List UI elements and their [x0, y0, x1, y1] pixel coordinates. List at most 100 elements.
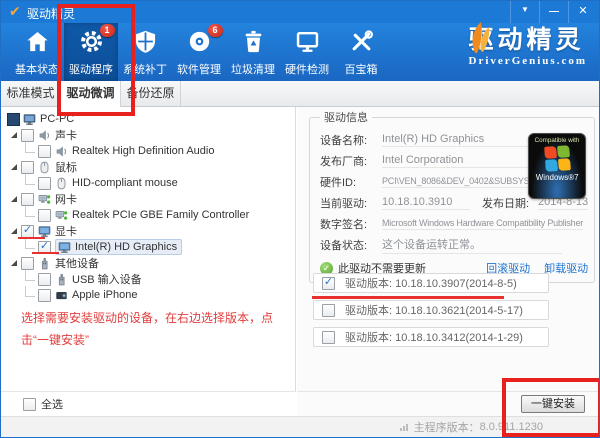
- toolbar-item-junk-clean[interactable]: 垃圾清理: [226, 23, 280, 81]
- tree-item-usb-input[interactable]: USB 输入设备: [1, 269, 295, 287]
- network-icon: [38, 194, 51, 204]
- main-toolbar: 基本状态 1 驱动程序 系统补丁 6 软件管理 垃圾清理 硬件检测 百宝箱 驱动…: [1, 22, 599, 81]
- version-checkbox-checked[interactable]: [322, 276, 335, 290]
- select-all-checkbox[interactable]: [23, 397, 36, 411]
- tree-item-intel-hd-graphics[interactable]: Intel(R) HD Graphics: [1, 237, 295, 255]
- expand-arrow-icon[interactable]: [11, 132, 17, 138]
- tree-item-mouse[interactable]: 鼠标: [1, 159, 295, 175]
- uninstall-driver-link[interactable]: 卸载驱动: [544, 260, 588, 276]
- toolbar-item-system-patches[interactable]: 系统补丁: [118, 23, 172, 81]
- expand-arrow-icon[interactable]: [11, 164, 17, 170]
- tree-connector: [25, 285, 35, 297]
- device-tree: PC-PC 声卡 Realtek High Definition Audio 鼠…: [1, 107, 295, 303]
- tree-item-label: 其他设备: [55, 258, 99, 270]
- expand-arrow-icon[interactable]: [11, 260, 17, 266]
- tools-icon: [352, 30, 373, 51]
- tree-item-label: HID-compliant mouse: [72, 177, 178, 189]
- tree-checkbox[interactable]: [21, 128, 34, 142]
- tree-item-label: 显卡: [55, 226, 77, 238]
- usb-icon: [41, 257, 48, 269]
- tree-checkbox[interactable]: [38, 144, 51, 158]
- window-controls: [510, 1, 597, 23]
- program-version-value: 8.0.911.1230: [479, 421, 543, 433]
- tree-checkbox[interactable]: [38, 176, 51, 190]
- tree-checkbox[interactable]: [38, 288, 51, 302]
- minimize-button[interactable]: [539, 1, 568, 23]
- home-icon: [26, 31, 48, 52]
- toolbar-item-hardware-detect[interactable]: 硬件检测: [280, 23, 334, 81]
- app-window: ✔ 驱动精灵 基本状态 1 驱动程序 系统补丁 6: [0, 0, 600, 438]
- tab-backup-restore[interactable]: 备份还原: [121, 81, 181, 106]
- tree-checkbox[interactable]: [21, 256, 34, 270]
- driver-version-item-2[interactable]: 驱动版本: 10.18.10.3621(2014-5-17): [313, 300, 549, 320]
- tree-connector: [25, 237, 35, 249]
- tree-checkbox-checked[interactable]: [38, 240, 51, 254]
- toolbar-item-basic-status[interactable]: 基本状态: [10, 23, 64, 81]
- tab-strip: 标准模式 驱动微调 备份还原: [1, 81, 599, 107]
- title-bar: ✔ 驱动精灵: [1, 1, 599, 23]
- version-checkbox[interactable]: [322, 303, 335, 317]
- tree-item-label: 鼠标: [55, 162, 77, 174]
- shield-icon: [135, 30, 155, 53]
- driver-version-item-3[interactable]: 驱动版本: 10.18.10.3412(2014-1-29): [313, 327, 549, 347]
- driver-info-groupbox: 驱动信息 Compatible with Windows®7 设备名称: Int…: [309, 109, 596, 283]
- toolbar-item-drivers[interactable]: 1 驱动程序: [64, 23, 118, 81]
- driver-version-item-1[interactable]: 驱动版本: 10.18.10.3907(2014-8-5): [313, 273, 549, 293]
- tree-item-label: PC-PC: [40, 113, 75, 125]
- program-version-label: 主程序版本：: [413, 422, 480, 434]
- expand-arrow-icon[interactable]: [11, 196, 17, 202]
- tree-item-label: Apple iPhone: [72, 289, 138, 301]
- tree-connector: [25, 269, 35, 281]
- tree-item-hid-mouse[interactable]: HID-compliant mouse: [1, 173, 295, 191]
- tree-checkbox[interactable]: [21, 160, 34, 174]
- selected-tree-item: Intel(R) HD Graphics: [55, 239, 183, 255]
- driver-info-title: 驱动信息: [324, 112, 368, 124]
- brand-cn-text: 驱动精灵: [468, 26, 585, 54]
- tree-checkbox[interactable]: [38, 208, 51, 222]
- tree-item-realtek-pcie[interactable]: Realtek PCIe GBE Family Controller: [1, 205, 295, 223]
- device-tree-panel: PC-PC 声卡 Realtek High Definition Audio 鼠…: [1, 107, 296, 391]
- toolbar-item-toolbox[interactable]: 百宝箱: [334, 23, 388, 81]
- phone-icon: [56, 291, 67, 299]
- tree-item-sound-card[interactable]: 声卡: [1, 127, 295, 143]
- left-footer-bar: 全选: [1, 391, 296, 416]
- tree-connector: [25, 205, 35, 217]
- tab-driver-finetune[interactable]: 驱动微调: [60, 81, 121, 107]
- windows-flag-icon: [543, 145, 571, 172]
- expand-arrow-icon[interactable]: [11, 228, 17, 234]
- select-all-label: 全选: [41, 399, 63, 411]
- annotation-hint-text: 选择需要安装驱动的设备，在右边选择版本，点 击“一键安装”: [21, 311, 274, 347]
- tree-checkbox[interactable]: [38, 272, 51, 286]
- toolbar-item-software-manager[interactable]: 6 软件管理: [172, 23, 226, 81]
- tree-item-pc[interactable]: PC-PC: [1, 111, 295, 127]
- software-count-badge: 6: [207, 24, 223, 37]
- tree-connector: [25, 141, 35, 153]
- tree-item-graphics-card[interactable]: 显卡: [1, 223, 295, 239]
- network-icon: [55, 210, 68, 220]
- display-icon: [58, 241, 71, 253]
- close-button[interactable]: [568, 1, 597, 23]
- mouse-icon: [40, 161, 49, 173]
- tree-item-label: 网卡: [55, 194, 77, 206]
- tree-checkbox-checked[interactable]: [21, 224, 34, 238]
- field-digital-signature: 数字签名: Microsoft Windows Hardware Compati…: [320, 217, 584, 231]
- tree-item-network-card[interactable]: 网卡: [1, 191, 295, 207]
- tree-item-apple-iphone[interactable]: Apple iPhone: [1, 285, 295, 303]
- speaker-icon: [39, 129, 50, 141]
- driver-version-list: 驱动版本: 10.18.10.3907(2014-8-5) 驱动版本: 10.1…: [313, 273, 549, 354]
- mouse-icon: [57, 177, 66, 189]
- one-click-install-button[interactable]: 一键安装: [521, 395, 585, 413]
- tab-standard-mode[interactable]: 标准模式: [1, 81, 61, 106]
- brand-en-text: DriverGenius.com: [468, 55, 587, 67]
- display-icon: [38, 225, 51, 237]
- skin-menu-button[interactable]: [510, 1, 539, 23]
- tree-checkbox[interactable]: [21, 192, 34, 206]
- status-bar: 主程序版本： 8.0.911.1230: [1, 416, 599, 437]
- tree-item-other-devices[interactable]: 其他设备: [1, 255, 295, 271]
- tree-item-realtek-audio[interactable]: Realtek High Definition Audio: [1, 141, 295, 159]
- right-footer-bar: 一键安装: [297, 391, 599, 416]
- brand-logo: 驱动精灵 DriverGenius.com: [468, 22, 587, 67]
- version-checkbox[interactable]: [322, 330, 335, 344]
- win7-compatible-badge: Compatible with Windows®7: [528, 133, 587, 199]
- tree-connector: [25, 173, 35, 185]
